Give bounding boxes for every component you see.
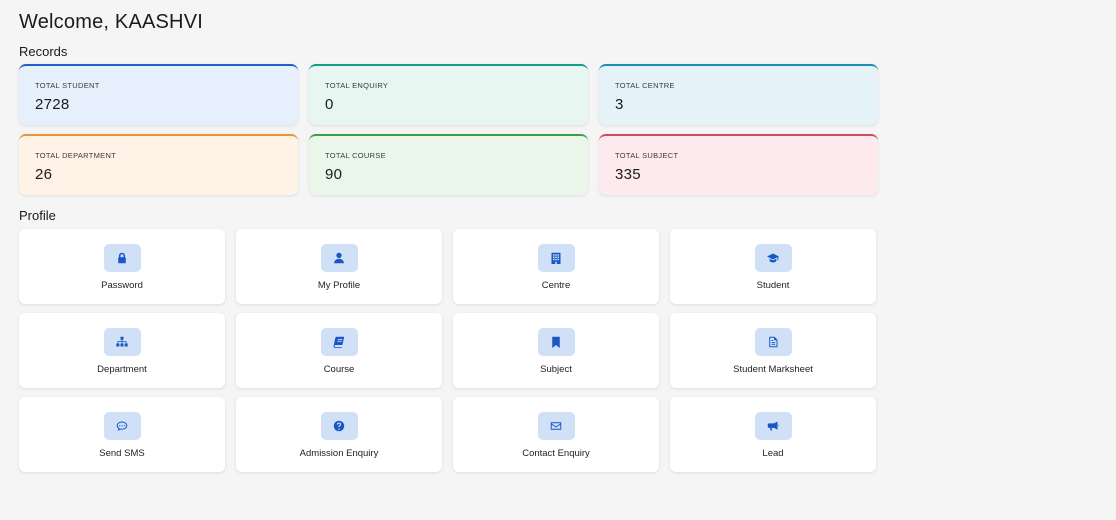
lock-icon [103, 244, 141, 272]
tile-label: Subject [540, 364, 572, 375]
stat-label: TOTAL STUDENT [35, 81, 100, 90]
tile-label: Admission Enquiry [299, 448, 379, 459]
tile-lead[interactable]: Lead [670, 397, 876, 472]
tile-label: Course [323, 364, 355, 375]
records-grid: TOTAL STUDENT 2728 TOTAL ENQUIRY 0 TOTAL… [19, 64, 878, 195]
user-icon [320, 244, 358, 272]
megaphone-icon [754, 412, 792, 440]
welcome-heading: Welcome, KAASHVI [19, 11, 204, 33]
stat-value: 2728 [35, 96, 70, 113]
tile-label: My Profile [317, 280, 361, 291]
stat-card-total-department: TOTAL DEPARTMENT 26 [19, 134, 298, 195]
document-icon [754, 328, 792, 356]
tile-label: Centre [541, 280, 571, 291]
tile-label: Contact Enquiry [522, 448, 590, 459]
tile-centre[interactable]: Centre [453, 229, 659, 304]
graduation-cap-icon [754, 244, 792, 272]
tile-subject[interactable]: Subject [453, 313, 659, 388]
stat-label: TOTAL ENQUIRY [325, 81, 389, 90]
bookmark-icon [537, 328, 575, 356]
tile-label: Student [756, 280, 790, 291]
sitemap-icon [103, 328, 141, 356]
stat-value: 335 [615, 166, 641, 183]
stat-value: 3 [615, 96, 624, 113]
tile-student[interactable]: Student [670, 229, 876, 304]
building-icon [537, 244, 575, 272]
tile-student-marksheet[interactable]: Student Marksheet [670, 313, 876, 388]
tile-label: Student Marksheet [733, 364, 813, 375]
stat-label: TOTAL SUBJECT [615, 151, 679, 160]
question-circle-icon [320, 412, 358, 440]
tile-admission-enquiry[interactable]: Admission Enquiry [236, 397, 442, 472]
tile-department[interactable]: Department [19, 313, 225, 388]
tile-password[interactable]: Password [19, 229, 225, 304]
tile-course[interactable]: Course [236, 313, 442, 388]
tile-my-profile[interactable]: My Profile [236, 229, 442, 304]
stat-value: 26 [35, 166, 53, 183]
stat-value: 0 [325, 96, 334, 113]
tile-label: Lead [762, 448, 784, 459]
tile-label: Send SMS [99, 448, 145, 459]
records-section-title: Records [19, 44, 68, 59]
chat-icon [103, 412, 141, 440]
stat-label: TOTAL CENTRE [615, 81, 675, 90]
stat-value: 90 [325, 166, 343, 183]
stat-label: TOTAL COURSE [325, 151, 386, 160]
profile-section-title: Profile [19, 208, 56, 223]
envelope-icon [537, 412, 575, 440]
stat-card-total-student: TOTAL STUDENT 2728 [19, 64, 298, 125]
stat-card-total-enquiry: TOTAL ENQUIRY 0 [309, 64, 588, 125]
tile-send-sms[interactable]: Send SMS [19, 397, 225, 472]
book-icon [320, 328, 358, 356]
stat-card-total-subject: TOTAL SUBJECT 335 [599, 134, 878, 195]
profile-grid: Password My Profile Centre Student Depar… [19, 229, 876, 472]
dashboard-page: Welcome, KAASHVI Records TOTAL STUDENT 2… [0, 0, 1116, 520]
stat-card-total-course: TOTAL COURSE 90 [309, 134, 588, 195]
tile-label: Department [97, 364, 147, 375]
tile-label: Password [101, 280, 143, 291]
stat-label: TOTAL DEPARTMENT [35, 151, 117, 160]
stat-card-total-centre: TOTAL CENTRE 3 [599, 64, 878, 125]
tile-contact-enquiry[interactable]: Contact Enquiry [453, 397, 659, 472]
